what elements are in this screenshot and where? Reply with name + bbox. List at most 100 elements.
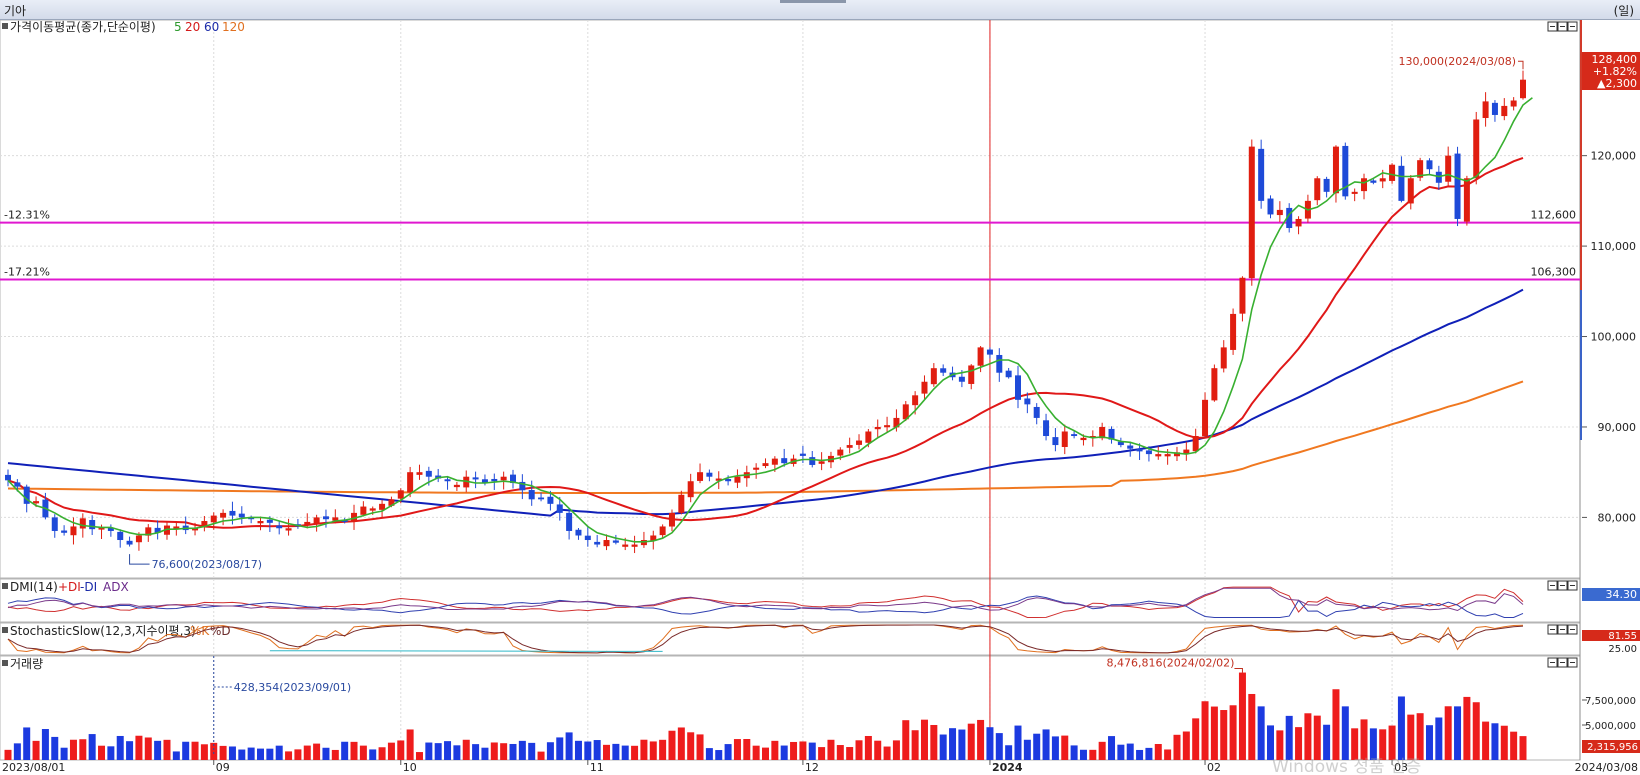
volume-tick-label-7500000: 7,500,000 xyxy=(1585,696,1636,707)
volume-bar-8 xyxy=(79,739,87,760)
candle-body-9 xyxy=(89,519,96,530)
volume-ref-annotation-text: 428,354(2023/09/01) xyxy=(234,681,351,694)
volume-bar-58 xyxy=(546,742,554,760)
volume-bar-101 xyxy=(949,728,957,760)
legend-ma20: 20 xyxy=(185,20,200,34)
period-unit-label[interactable]: (일) xyxy=(1614,2,1634,19)
date-tick-label-10: 10 xyxy=(403,761,417,774)
volume-bar-133 xyxy=(1248,693,1256,760)
candle-body-87 xyxy=(818,461,825,464)
volume-bar-160 xyxy=(1500,725,1508,760)
candle-body-89 xyxy=(837,449,844,456)
volume-bar-144 xyxy=(1351,728,1359,760)
volume-bar-37 xyxy=(350,741,358,760)
candle-body-27 xyxy=(257,521,264,524)
volume-bar-31 xyxy=(294,749,302,760)
date-tick-label-2024: 2024 xyxy=(992,761,1023,774)
candle-body-122 xyxy=(1145,450,1152,455)
volume-bar-45 xyxy=(425,742,433,760)
stochastic-legend-label: StochasticSlow(12,3,지수이평,3) xyxy=(10,624,196,638)
stochastic-level: 25.00 xyxy=(1608,644,1637,655)
volume-bar-88 xyxy=(827,739,835,760)
volume-bar-125 xyxy=(1173,734,1181,760)
candle-body-93 xyxy=(874,426,881,430)
volume-bar-117 xyxy=(1098,741,1106,760)
volume-bar-7 xyxy=(69,739,77,760)
candle-body-73 xyxy=(687,481,694,498)
candle-body-65 xyxy=(612,540,619,543)
candle-body-63 xyxy=(594,541,601,545)
volume-bar-91 xyxy=(855,740,863,760)
candle-body-105 xyxy=(986,349,993,355)
stock-chart[interactable]: -12.31% -17.21% 112,600 106,300 80,000 90… xyxy=(0,20,1640,775)
volume-bar-116 xyxy=(1089,749,1097,760)
candle-body-53 xyxy=(500,476,507,481)
candle-body-24 xyxy=(229,510,236,516)
volume-bar-113 xyxy=(1061,735,1069,760)
volume-bar-130 xyxy=(1220,710,1228,760)
dmi-legend-label: DMI(14) xyxy=(10,580,58,594)
candle-body-91 xyxy=(856,440,863,445)
candle-body-141 xyxy=(1323,178,1330,192)
volume-bar-126 xyxy=(1182,731,1190,760)
volume-bar-20 xyxy=(191,741,199,760)
legend-ma5: 5 xyxy=(174,20,182,34)
candle-body-42 xyxy=(397,490,404,499)
candle-body-59 xyxy=(556,504,563,513)
date-axis-end: 2024/03/08 xyxy=(1575,761,1638,774)
volume-bar-123 xyxy=(1154,744,1162,760)
volume-bar-47 xyxy=(444,741,452,760)
candle-body-142 xyxy=(1332,146,1339,194)
current-price-badge: 128,400 +1.82% ▲2,300 xyxy=(1582,52,1640,90)
volume-bar-99 xyxy=(930,724,938,760)
candle-body-13 xyxy=(126,540,133,545)
price-tick-label-100000: 100,000 xyxy=(1591,331,1637,344)
candle-body-52 xyxy=(491,478,498,482)
volume-bar-156 xyxy=(1463,696,1471,760)
candle-body-71 xyxy=(668,512,675,527)
volume-bar-2 xyxy=(23,727,31,760)
volume-bar-65 xyxy=(612,743,620,760)
volume-bar-0 xyxy=(4,749,12,760)
date-tick-label-02: 02 xyxy=(1207,761,1221,774)
volume-bar-12 xyxy=(116,735,124,760)
candle-body-23 xyxy=(220,512,227,518)
volume-legend-label: 거래량 xyxy=(10,657,43,671)
candle-body-146 xyxy=(1370,180,1377,183)
volume-bar-67 xyxy=(631,745,639,760)
volume-bar-128 xyxy=(1201,701,1209,760)
volume-bar-89 xyxy=(836,745,844,760)
candle-body-100 xyxy=(940,368,947,373)
candle-body-129 xyxy=(1211,368,1218,401)
volume-bar-119 xyxy=(1117,744,1125,760)
volume-bar-11 xyxy=(107,746,115,760)
volume-tick-label-5000000: 5,000,000 xyxy=(1585,721,1636,732)
volume-bar-76 xyxy=(715,750,723,760)
volume-bar-26 xyxy=(247,747,255,760)
volume-bar-10 xyxy=(98,745,106,760)
candle-body-127 xyxy=(1192,436,1199,452)
volume-bar-46 xyxy=(434,743,442,760)
volume-bar-71 xyxy=(668,730,676,760)
volume-bar-49 xyxy=(462,739,470,760)
volume-bar-40 xyxy=(378,747,386,760)
candle-body-136 xyxy=(1276,209,1283,216)
volume-bar-103 xyxy=(967,723,975,760)
candle-body-80 xyxy=(753,467,760,470)
candle-body-33 xyxy=(313,517,320,525)
candle-body-108 xyxy=(1015,375,1021,400)
volume-bar-85 xyxy=(799,741,807,760)
resize-grip[interactable] xyxy=(780,0,846,3)
volume-bar-61 xyxy=(574,740,582,760)
candle-body-102 xyxy=(958,376,965,382)
volume-bar-150 xyxy=(1407,714,1415,760)
candle-body-14 xyxy=(135,535,142,543)
volume-bar-129 xyxy=(1210,706,1218,760)
candle-body-25 xyxy=(238,513,245,518)
candle-body-5 xyxy=(51,517,58,531)
volume-bar-35 xyxy=(331,749,339,760)
candle-body-34 xyxy=(322,516,329,520)
volume-bar-62 xyxy=(584,741,592,760)
candle-body-30 xyxy=(285,528,292,531)
volume-bar-162 xyxy=(1519,736,1527,760)
